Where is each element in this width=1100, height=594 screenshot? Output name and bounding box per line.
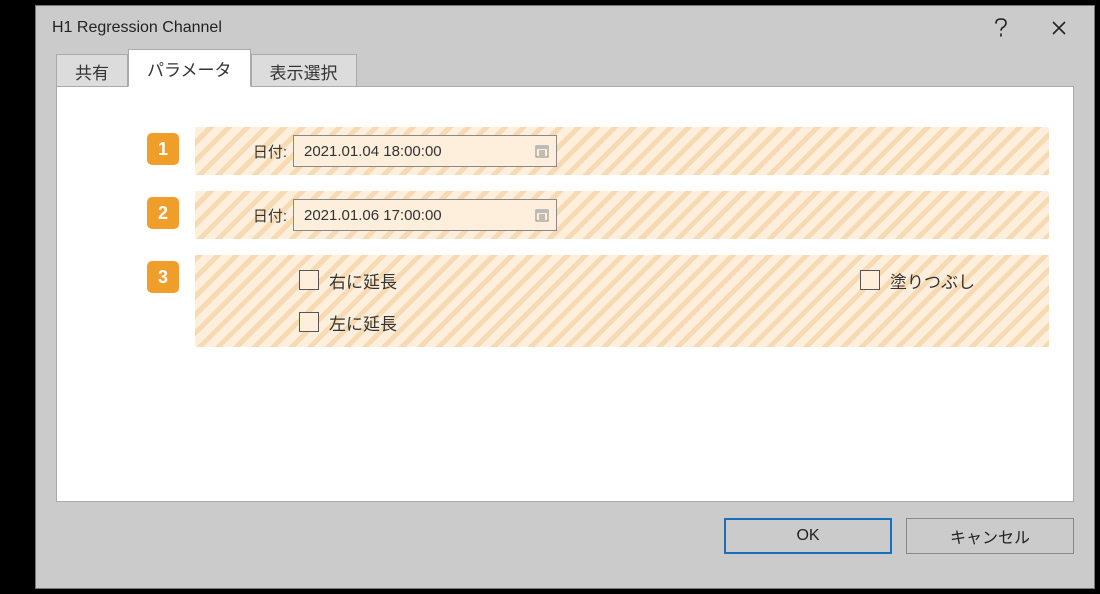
tabs: 共有 パラメータ 表示選択 [56, 50, 1074, 86]
row-strip-2: 日付: 2021.01.06 17:00:00 [195, 191, 1049, 239]
fill-label: 塗りつぶし [890, 268, 975, 293]
dialog-buttons: OK キャンセル [56, 502, 1074, 554]
date-input-1[interactable]: 2021.01.04 18:00:00 [293, 135, 557, 167]
row-strip-1: 日付: 2021.01.04 18:00:00 [195, 127, 1049, 175]
row-marker-3: 3 [147, 261, 179, 293]
checkbox-extend-left[interactable]: 左に延長 [299, 310, 397, 335]
help-button[interactable] [974, 10, 1028, 46]
titlebar: H1 Regression Channel [36, 6, 1094, 50]
tab-parameters[interactable]: パラメータ [128, 49, 251, 87]
checkbox-box-icon [299, 270, 319, 290]
date-input-2[interactable]: 2021.01.06 17:00:00 [293, 199, 557, 231]
close-button[interactable] [1032, 10, 1086, 46]
date-value-2: 2021.01.06 17:00:00 [304, 207, 534, 224]
tab-display[interactable]: 表示選択 [251, 54, 357, 89]
checkbox-fill[interactable]: 塗りつぶし [860, 268, 1035, 293]
dialog-window: H1 Regression Channel 共有 パラメータ 表示選択 1 [35, 5, 1095, 589]
calendar-icon[interactable] [534, 143, 550, 159]
client-area: 共有 パラメータ 表示選択 1 日付: 2021.01.04 18:00:00 [36, 50, 1094, 588]
date-label-2: 日付: [209, 205, 293, 226]
row-strip-3: 右に延長 塗りつぶし 左に延長 [195, 255, 1049, 347]
param-row-1: 1 日付: 2021.01.04 18:00:00 [147, 127, 1049, 175]
ok-button[interactable]: OK [724, 518, 892, 554]
row-marker-2: 2 [147, 197, 179, 229]
cancel-button[interactable]: キャンセル [906, 518, 1074, 554]
close-icon [1051, 20, 1067, 36]
param-row-2: 2 日付: 2021.01.06 17:00:00 [147, 191, 1049, 239]
checkbox-extend-right[interactable]: 右に延長 [299, 268, 397, 293]
extend-left-label: 左に延長 [329, 310, 397, 335]
tab-content: 1 日付: 2021.01.04 18:00:00 [56, 86, 1074, 502]
checkbox-box-icon [299, 312, 319, 332]
row-marker-1: 1 [147, 133, 179, 165]
window-title: H1 Regression Channel [52, 19, 970, 37]
param-row-3: 3 右に延長 塗りつぶし [147, 255, 1049, 347]
extend-right-label: 右に延長 [329, 268, 397, 293]
date-value-1: 2021.01.04 18:00:00 [304, 143, 534, 160]
calendar-icon[interactable] [534, 207, 550, 223]
checkbox-box-icon [860, 270, 880, 290]
date-label-1: 日付: [209, 141, 293, 162]
tab-share[interactable]: 共有 [56, 54, 128, 89]
help-icon [994, 18, 1008, 38]
